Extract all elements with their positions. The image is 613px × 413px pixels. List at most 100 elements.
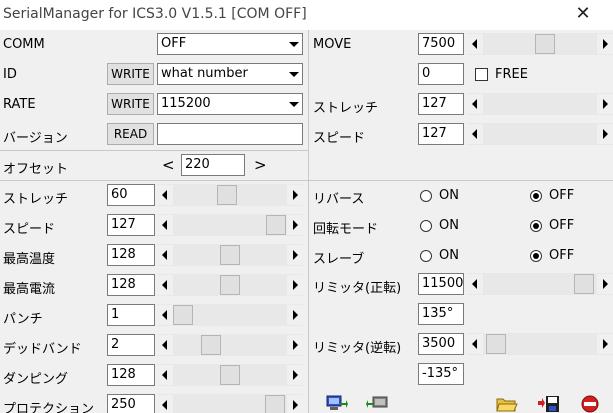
comm-value: OFF xyxy=(161,36,187,51)
arrow-left-icon[interactable] xyxy=(467,94,483,114)
id-select[interactable]: what number xyxy=(157,63,303,85)
arrow-left-icon[interactable] xyxy=(157,275,173,295)
arrow-left-icon[interactable] xyxy=(467,124,483,144)
limit-forward-slider[interactable] xyxy=(467,273,613,295)
arrow-right-icon[interactable] xyxy=(597,94,613,114)
limit-forward-label: リミッタ(正転) xyxy=(313,281,402,296)
radio-on[interactable] xyxy=(420,250,432,262)
radio-off[interactable] xyxy=(530,220,542,232)
arrow-right-icon[interactable] xyxy=(287,335,303,355)
radio-off[interactable] xyxy=(530,190,542,202)
param-value-field[interactable]: 1 xyxy=(107,304,155,326)
slider-thumb[interactable] xyxy=(266,215,286,235)
slider-thumb[interactable] xyxy=(574,274,594,294)
param-slider[interactable] xyxy=(157,274,303,296)
limit-reverse-slider[interactable] xyxy=(467,333,613,355)
radio-off-label: OFF xyxy=(549,248,575,263)
arrow-left-icon[interactable] xyxy=(157,185,173,205)
param-slider[interactable] xyxy=(157,244,303,266)
open-folder-icon[interactable] xyxy=(496,395,518,413)
param-value-field[interactable]: 128 xyxy=(107,274,155,296)
move-field[interactable]: 7500 xyxy=(418,33,464,55)
param-label: パンチ xyxy=(3,312,43,327)
offset-next-button[interactable]: > xyxy=(254,156,267,174)
version-read-button[interactable]: READ xyxy=(107,123,154,145)
radio-on[interactable] xyxy=(420,190,432,202)
monitor-write-icon[interactable] xyxy=(326,395,348,413)
param-value-field[interactable]: 60 xyxy=(107,184,155,206)
param-label: 最高温度 xyxy=(3,252,56,267)
offset-field[interactable]: 220 xyxy=(181,154,245,176)
slider-thumb[interactable] xyxy=(265,395,285,413)
stretch-field[interactable]: 127 xyxy=(418,93,464,115)
param-label: ダンピング xyxy=(3,372,69,387)
version-field[interactable] xyxy=(157,123,303,145)
slider-thumb[interactable] xyxy=(201,335,221,355)
arrow-left-icon[interactable] xyxy=(157,215,173,235)
toggle-label: スレーブ xyxy=(313,252,365,267)
param-slider[interactable] xyxy=(157,394,303,413)
arrow-right-icon[interactable] xyxy=(287,185,303,205)
param-slider[interactable] xyxy=(157,304,303,326)
chevron-down-icon[interactable] xyxy=(285,95,301,113)
arrow-right-icon[interactable] xyxy=(597,334,613,354)
slider-thumb[interactable] xyxy=(220,245,240,265)
chevron-down-icon[interactable] xyxy=(285,35,301,53)
position-field[interactable]: 0 xyxy=(418,63,464,85)
id-write-button[interactable]: WRITE xyxy=(107,63,154,85)
param-slider[interactable] xyxy=(157,214,303,236)
param-value-field[interactable]: 128 xyxy=(107,244,155,266)
speed-slider[interactable] xyxy=(467,123,613,145)
radio-off[interactable] xyxy=(530,250,542,262)
slider-thumb[interactable] xyxy=(220,275,240,295)
param-slider[interactable] xyxy=(157,334,303,356)
param-slider[interactable] xyxy=(157,364,303,386)
arrow-left-icon[interactable] xyxy=(467,34,483,54)
radio-on[interactable] xyxy=(420,220,432,232)
arrow-right-icon[interactable] xyxy=(287,365,303,385)
comm-select[interactable]: OFF xyxy=(157,33,303,55)
arrow-left-icon[interactable] xyxy=(157,305,173,325)
rate-select[interactable]: 115200 xyxy=(157,93,303,115)
param-value-field[interactable]: 127 xyxy=(107,214,155,236)
arrow-right-icon[interactable] xyxy=(287,245,303,265)
exit-icon[interactable] xyxy=(579,395,601,413)
toggle-label: リバース xyxy=(313,192,365,207)
arrow-left-icon[interactable] xyxy=(157,395,173,413)
arrow-right-icon[interactable] xyxy=(287,275,303,295)
arrow-left-icon[interactable] xyxy=(157,365,173,385)
param-value-field[interactable]: 2 xyxy=(107,334,155,356)
slider-thumb[interactable] xyxy=(217,185,237,205)
arrow-right-icon[interactable] xyxy=(597,274,613,294)
arrow-right-icon[interactable] xyxy=(287,215,303,235)
offset-prev-button[interactable]: < xyxy=(162,156,175,174)
arrow-left-icon[interactable] xyxy=(467,274,483,294)
save-icon[interactable] xyxy=(538,395,560,413)
chevron-down-icon[interactable] xyxy=(285,65,301,83)
arrow-right-icon[interactable] xyxy=(287,395,303,413)
param-slider[interactable] xyxy=(157,184,303,206)
monitor-read-icon[interactable] xyxy=(366,395,388,413)
close-icon[interactable]: ✕ xyxy=(570,2,596,26)
arrow-right-icon[interactable] xyxy=(597,34,613,54)
rate-write-button[interactable]: WRITE xyxy=(107,93,154,115)
limit-forward-field[interactable]: 11500 xyxy=(418,273,464,295)
arrow-left-icon[interactable] xyxy=(467,334,483,354)
arrow-right-icon[interactable] xyxy=(597,124,613,144)
param-label: スピード xyxy=(3,222,56,237)
arrow-left-icon[interactable] xyxy=(157,245,173,265)
param-value-field[interactable]: 128 xyxy=(107,364,155,386)
slider-thumb[interactable] xyxy=(173,305,193,325)
arrow-left-icon[interactable] xyxy=(157,335,173,355)
slider-thumb[interactable] xyxy=(535,34,555,54)
slider-track xyxy=(467,93,613,115)
slider-thumb[interactable] xyxy=(486,334,506,354)
stretch-slider[interactable] xyxy=(467,93,613,115)
arrow-right-icon[interactable] xyxy=(287,305,303,325)
limit-reverse-field[interactable]: 3500 xyxy=(418,333,464,355)
free-checkbox[interactable] xyxy=(475,68,488,81)
param-value-field[interactable]: 250 xyxy=(107,394,155,413)
move-slider[interactable] xyxy=(467,33,613,55)
slider-thumb[interactable] xyxy=(220,365,240,385)
speed-field[interactable]: 127 xyxy=(418,123,464,145)
